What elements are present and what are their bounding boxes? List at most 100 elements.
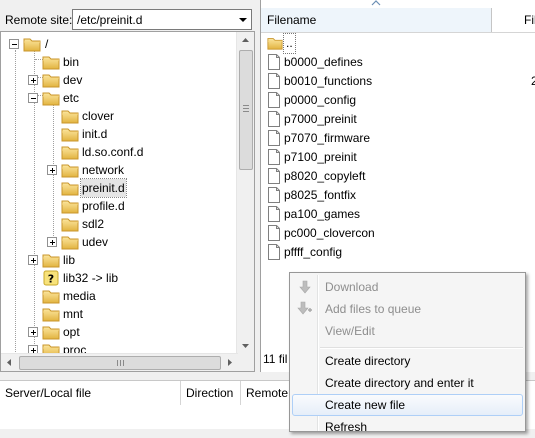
folder-icon bbox=[42, 72, 60, 88]
file-name: p7000_preinit bbox=[284, 112, 357, 126]
menu-item-create-directory[interactable]: Create directory bbox=[292, 350, 523, 372]
scroll-right-icon[interactable] bbox=[221, 354, 238, 371]
column-header-label: Direction bbox=[186, 386, 234, 400]
column-header-filename-label: Filename bbox=[267, 13, 317, 27]
column-header-direction[interactable]: Direction bbox=[181, 381, 241, 405]
expand-icon[interactable] bbox=[47, 165, 57, 175]
menu-item-refresh[interactable]: Refresh bbox=[292, 416, 523, 438]
tree-horizontal-scrollbar[interactable] bbox=[1, 353, 238, 371]
scroll-down-icon[interactable] bbox=[237, 337, 254, 354]
tree-item-ld-so-conf-d[interactable]: ld.so.conf.d bbox=[5, 143, 225, 161]
column-header-filesize-label: Fil bbox=[524, 13, 535, 27]
collapse-icon[interactable] bbox=[28, 93, 38, 103]
folder-icon bbox=[61, 144, 79, 160]
tree-item-profile-d[interactable]: profile.d bbox=[5, 197, 225, 215]
menu-item-create-new-file[interactable]: Create new file bbox=[292, 394, 523, 416]
menu-item-label: Add files to queue bbox=[325, 302, 422, 316]
expand-icon[interactable] bbox=[28, 255, 38, 265]
tree-item-dev[interactable]: dev bbox=[5, 71, 225, 89]
menu-item-create-directory-and-enter[interactable]: Create directory and enter it bbox=[292, 372, 523, 394]
tree-item-opt[interactable]: opt bbox=[5, 323, 225, 341]
file-row[interactable]: b0010_functions 2 bbox=[267, 71, 535, 90]
menu-item-label: Create directory bbox=[325, 354, 411, 368]
file-row[interactable]: p8020_copyleft bbox=[267, 166, 532, 185]
tree-item-mnt[interactable]: mnt bbox=[5, 305, 225, 323]
tree-item-network[interactable]: network bbox=[5, 161, 225, 179]
folder-icon bbox=[42, 90, 60, 106]
scrollbar-thumb[interactable] bbox=[19, 356, 221, 370]
svg-text:?: ? bbox=[48, 273, 54, 286]
scroll-up-icon[interactable] bbox=[237, 32, 254, 49]
remote-path-combobox[interactable]: /etc/preinit.d bbox=[72, 9, 252, 30]
column-header-server-local-file[interactable]: Server/Local file bbox=[0, 381, 181, 405]
expand-icon[interactable] bbox=[28, 327, 38, 337]
expand-icon[interactable] bbox=[28, 75, 38, 85]
tree-item-label: etc bbox=[63, 91, 80, 105]
tree-item-clover[interactable]: clover bbox=[5, 107, 225, 125]
tree-item-lib32[interactable]: ? lib32 -> lib bbox=[5, 269, 225, 287]
file-size: 2 bbox=[531, 74, 535, 88]
tree-item-label: ld.so.conf.d bbox=[82, 145, 144, 159]
remote-site-label: Remote site: bbox=[5, 13, 73, 27]
menu-item-label: Download bbox=[325, 280, 379, 294]
file-row[interactable]: p7100_preinit bbox=[267, 147, 532, 166]
file-row[interactable]: p7000_preinit bbox=[267, 109, 532, 128]
file-name: p8025_fontfix bbox=[284, 188, 357, 202]
file-name: .. bbox=[283, 33, 296, 54]
tree-item-udev[interactable]: udev bbox=[5, 233, 225, 251]
file-name: b0010_functions bbox=[284, 74, 373, 88]
add-to-queue-icon bbox=[297, 301, 312, 315]
file-row[interactable]: p7070_firmware bbox=[267, 128, 532, 147]
menu-item-download[interactable]: Download bbox=[292, 276, 523, 298]
collapse-icon[interactable] bbox=[9, 39, 19, 49]
scroll-left-icon[interactable] bbox=[1, 354, 18, 371]
tree-item-media[interactable]: media bbox=[5, 287, 225, 305]
tree-item-root[interactable]: / bbox=[5, 35, 225, 53]
file-icon bbox=[267, 92, 281, 108]
tree-item-label: media bbox=[63, 289, 96, 303]
file-icon bbox=[267, 130, 281, 146]
file-row[interactable]: pa100_games bbox=[267, 204, 532, 223]
file-row[interactable]: p8025_fontfix bbox=[267, 185, 532, 204]
remote-directory-tree[interactable]: / bin dev etc clover init.d ld.so.conf.d… bbox=[0, 31, 255, 372]
tree-vertical-scrollbar[interactable] bbox=[236, 32, 254, 354]
folder-icon bbox=[61, 162, 79, 178]
expand-icon[interactable] bbox=[47, 237, 57, 247]
file-row[interactable]: pffff_config bbox=[267, 242, 532, 261]
tree-item-etc[interactable]: etc bbox=[5, 89, 225, 107]
file-icon bbox=[267, 187, 281, 203]
folder-icon bbox=[61, 216, 79, 232]
folder-icon bbox=[23, 36, 41, 52]
folder-icon bbox=[42, 54, 60, 70]
folder-icon bbox=[61, 198, 79, 214]
file-row[interactable]: p0000_config bbox=[267, 90, 532, 109]
menu-item-add-files-to-queue[interactable]: Add files to queue bbox=[292, 298, 523, 320]
file-list-header: Filename Fil bbox=[261, 8, 535, 33]
tree-item-label: preinit.d bbox=[80, 178, 127, 198]
tree-item-lib[interactable]: lib bbox=[5, 251, 225, 269]
scrollbar-thumb[interactable] bbox=[239, 50, 253, 170]
tree-item-bin[interactable]: bin bbox=[5, 53, 225, 71]
file-row[interactable]: b0000_defines bbox=[267, 52, 532, 71]
tree-item-preinit-d[interactable]: preinit.d bbox=[5, 178, 225, 198]
file-name: p0000_config bbox=[284, 93, 357, 107]
context-menu: Download Add files to queue View/Edit Cr… bbox=[289, 272, 526, 434]
menu-separator bbox=[320, 347, 523, 349]
sort-ascending-icon bbox=[371, 0, 381, 6]
file-name: pa100_games bbox=[284, 207, 361, 221]
file-name: pc000_clovercon bbox=[284, 226, 375, 240]
folder-icon bbox=[61, 234, 79, 250]
file-name: p7100_preinit bbox=[284, 150, 357, 164]
file-icon bbox=[267, 244, 281, 260]
file-icon bbox=[267, 206, 281, 222]
chevron-down-icon[interactable] bbox=[237, 14, 249, 26]
tree-item-sdl2[interactable]: sdl2 bbox=[5, 215, 225, 233]
file-row[interactable]: pc000_clovercon bbox=[267, 223, 532, 242]
tree-item-init-d[interactable]: init.d bbox=[5, 125, 225, 143]
question-mark-icon: ? bbox=[43, 270, 59, 286]
column-header-label: Remote bbox=[246, 386, 289, 400]
file-row-parent[interactable]: .. bbox=[267, 33, 532, 54]
folder-icon bbox=[42, 306, 60, 322]
tree-item-label: opt bbox=[63, 325, 80, 339]
menu-item-view-edit[interactable]: View/Edit bbox=[292, 320, 523, 342]
